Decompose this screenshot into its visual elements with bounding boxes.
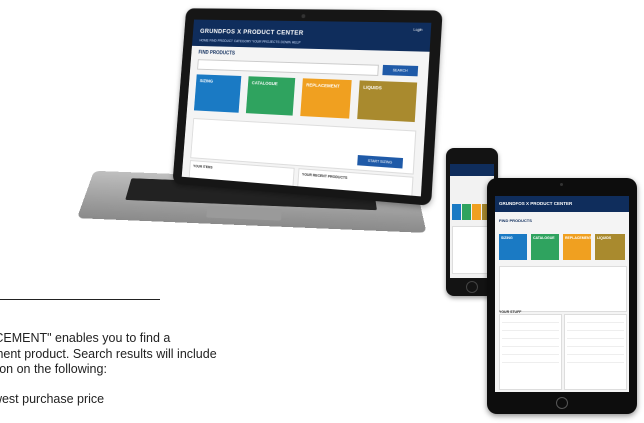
caption-line-2: ement product. Search results will inclu… [0,346,217,361]
phone-home-button[interactable] [466,281,478,293]
phone-tile-sizing[interactable] [452,204,461,220]
tile-label: LIQUIDS [363,84,382,91]
tile-label: REPLACEMENT [565,236,592,240]
tile-replacement[interactable]: REPLACEMENT [300,78,352,119]
login-link[interactable]: Login [413,28,422,32]
laptop-camera [301,14,306,19]
tablet-screen: GRUNDFOS X PRODUCT CENTER FIND PRODUCTS … [495,196,629,392]
caption-divider [0,299,160,300]
list-item[interactable] [502,323,559,331]
tile-label: SIZING [199,78,214,84]
tile-liquids[interactable]: LIQUIDS [357,80,418,123]
tablet-list-right [564,314,627,390]
tile-catalogue[interactable]: CATALOGUE [245,76,296,116]
list-item[interactable] [502,331,559,339]
list-item[interactable] [567,347,624,355]
list-item[interactable] [502,315,559,323]
laptop-screen: GRUNDFOS X PRODUCT CENTER HOME FIND PROD… [181,19,432,197]
caption-line-1: ACEMENT" enables you to find a [0,331,171,345]
tile-sizing[interactable]: SIZING [193,74,242,113]
tablet-list-left [499,314,562,390]
tile-label: CATALOGUE [533,236,555,240]
laptop-lid: GRUNDFOS X PRODUCT CENTER HOME FIND PROD… [172,8,443,206]
site-logo[interactable]: GRUNDFOS X PRODUCT CENTER [200,28,304,37]
list-item[interactable] [567,315,624,323]
tile-label: LIQUIDS [597,236,612,240]
search-input[interactable] [197,59,379,76]
caption-line-3: ation on the following: [0,362,107,376]
tablet-tile-replacement[interactable]: REPLACEMENT [563,234,592,260]
start-sizing-button[interactable]: START SIZING [357,155,404,169]
search-button[interactable]: SEARCH [382,64,419,77]
list-item[interactable] [567,323,624,331]
list-item[interactable] [567,331,624,339]
tablet-home-button[interactable] [556,397,568,409]
tile-label: CATALOGUE [251,80,278,87]
site-header: GRUNDFOS X PRODUCT CENTER HOME FIND PROD… [191,19,432,52]
tablet-find-title: FIND PRODUCTS [499,218,532,223]
tablet-logo[interactable]: GRUNDFOS X PRODUCT CENTER [499,201,572,206]
list-item[interactable] [502,339,559,347]
phone-tile-catalogue[interactable] [462,204,471,220]
site-nav[interactable]: HOME FIND PRODUCT CATEGORY YOUR PROJECTS… [199,38,300,44]
tablet-camera [560,183,563,186]
your-items-title: YOUR ITEMS [192,164,213,170]
phone-header [450,164,494,176]
tile-label: REPLACEMENT [306,82,340,89]
list-item[interactable] [502,347,559,355]
laptop-touchpad [206,205,282,221]
tablet-tile-catalogue[interactable]: CATALOGUE [531,234,559,260]
tablet-sizing-panel [499,266,627,312]
find-products-title: FIND PRODUCTS [198,49,236,57]
tablet-header: GRUNDFOS X PRODUCT CENTER [495,196,629,212]
tablet-tile-liquids[interactable]: LIQUIDS [595,234,625,260]
recent-products-title: YOUR RECENT PRODUCTS [301,172,348,181]
tablet-tile-sizing[interactable]: SIZING [499,234,527,260]
caption-text: ACEMENT" enables you to find a ement pro… [0,331,217,407]
caption-line-4: owest purchase price [0,391,105,406]
tablet: GRUNDFOS X PRODUCT CENTER FIND PRODUCTS … [487,178,637,414]
tile-label: SIZING [501,236,513,240]
list-item[interactable] [502,355,559,363]
list-item[interactable] [567,355,624,363]
list-item[interactable] [567,339,624,347]
phone-tile-replacement[interactable] [472,204,481,220]
